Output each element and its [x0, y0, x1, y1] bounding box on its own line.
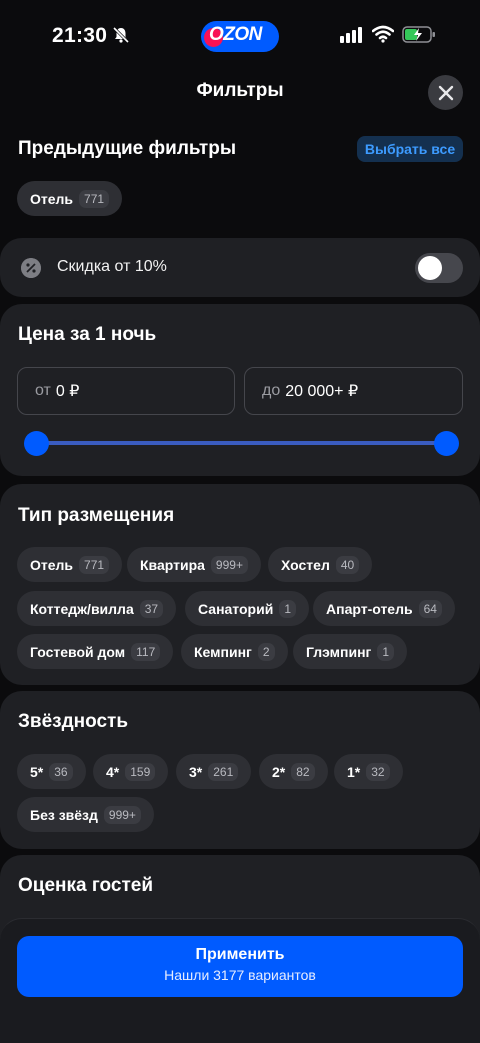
accommodation-chip-camping[interactable]: Кемпинг 2	[181, 634, 288, 669]
accommodation-chip-guest-house[interactable]: Гостевой дом 117	[17, 634, 174, 669]
chip-label: Санаторий	[198, 600, 274, 617]
stars-chip-3[interactable]: 3* 261	[176, 754, 252, 789]
chip-label: Коттедж/вилла	[30, 600, 134, 617]
chip-label: Гостевой дом	[30, 643, 126, 660]
stars-chip-1[interactable]: 1* 32	[334, 754, 403, 789]
status-time: 21:30	[52, 24, 108, 47]
battery-charging-icon	[402, 26, 435, 43]
accommodation-title: Тип размещения	[18, 505, 175, 526]
price-slider-max-handle[interactable]	[433, 431, 459, 456]
price-from-field[interactable]: от 0 ₽	[17, 367, 235, 415]
chip-count: 40	[335, 555, 360, 574]
discount-toggle[interactable]	[415, 253, 463, 283]
accommodation-chip-glamping[interactable]: Глэмпинг 1	[293, 634, 408, 669]
price-title: Цена за 1 ночь	[18, 324, 157, 345]
stars-chip-none[interactable]: Без звёзд 999+	[17, 797, 154, 832]
page-title: Фильтры	[196, 80, 284, 101]
price-to-field[interactable]: до 20 000+ ₽	[244, 367, 463, 415]
percent-icon	[21, 258, 41, 278]
chip-label: 3*	[189, 763, 203, 780]
accommodation-chip-apart-hotel[interactable]: Апарт-отель 64	[313, 591, 455, 626]
chip-count: 36	[49, 762, 73, 781]
chip-count: 2	[257, 642, 275, 661]
chip-label: Глэмпинг	[306, 643, 372, 660]
price-from-value: 0 ₽	[55, 383, 80, 400]
chip-count: 771	[79, 189, 110, 208]
price-to-prefix: до	[262, 382, 281, 399]
chip-count: 1	[377, 642, 395, 661]
ozon-logo-text: OZON	[209, 24, 262, 45]
stars-title: Звёздность	[18, 711, 129, 732]
accommodation-chip-cottage[interactable]: Коттедж/вилла 37	[17, 591, 177, 626]
chip-count: 999+	[210, 555, 248, 574]
chip-label: Хостел	[281, 556, 330, 573]
chip-count: 771	[79, 555, 110, 574]
stars-chip-2[interactable]: 2* 82	[259, 754, 328, 789]
stars-chip-4[interactable]: 4* 159	[93, 754, 169, 789]
stars-chip-5[interactable]: 5* 36	[17, 754, 86, 789]
chip-count: 1	[279, 599, 296, 618]
chip-count: 261	[208, 762, 239, 781]
previous-filters-title: Предыдущие фильтры	[18, 138, 237, 159]
chip-count: 82	[291, 762, 315, 781]
accommodation-chip-apartment[interactable]: Квартира 999+	[127, 547, 261, 582]
accommodation-chip-sanatorium[interactable]: Санаторий 1	[185, 591, 309, 626]
chip-count: 32	[366, 762, 390, 781]
apply-button-results: Нашли 3177 вариантов	[164, 967, 316, 983]
chip-label: 4*	[106, 763, 120, 780]
chip-count: 159	[125, 762, 156, 781]
chip-count: 37	[139, 599, 164, 618]
chip-label: 1*	[347, 763, 361, 780]
toggle-knob	[418, 256, 442, 280]
price-slider-track[interactable]	[36, 441, 446, 445]
wifi-icon	[372, 25, 394, 43]
previous-filter-chip[interactable]: Отель 771	[17, 181, 123, 216]
guest-rating-title: Оценка гостей	[18, 875, 153, 896]
chip-count: 117	[131, 642, 161, 661]
chip-label: Апарт-отель	[326, 600, 413, 617]
price-slider-min-handle[interactable]	[23, 431, 49, 456]
chip-count: 64	[418, 599, 442, 618]
chip-count: 999+	[103, 805, 141, 824]
bell-muted-icon	[112, 26, 130, 44]
close-button[interactable]	[428, 75, 463, 110]
select-all-button[interactable]: Выбрать все	[357, 136, 463, 162]
chip-label: Квартира	[140, 556, 205, 573]
price-from-prefix: от	[35, 382, 51, 399]
chip-label: Кемпинг	[194, 643, 252, 660]
chip-label: Отель	[30, 556, 74, 573]
close-icon	[438, 85, 453, 100]
chip-label: 5*	[30, 763, 44, 780]
apply-button[interactable]: Применить Нашли 3177 вариантов	[17, 936, 463, 997]
cellular-signal-icon	[340, 27, 362, 43]
accommodation-chip-hotel[interactable]: Отель 771	[17, 547, 123, 582]
chip-label: 2*	[272, 763, 286, 780]
price-to-value: 20 000+ ₽	[285, 383, 359, 400]
status-bar: 21:30 OZON	[0, 0, 480, 72]
chip-label: Без звёзд	[30, 806, 98, 823]
chip-label: Отель	[30, 190, 74, 207]
discount-label: Скидка от 10%	[57, 258, 167, 275]
accommodation-chip-hostel[interactable]: Хостел 40	[268, 547, 373, 582]
apply-button-label: Применить	[195, 946, 285, 963]
